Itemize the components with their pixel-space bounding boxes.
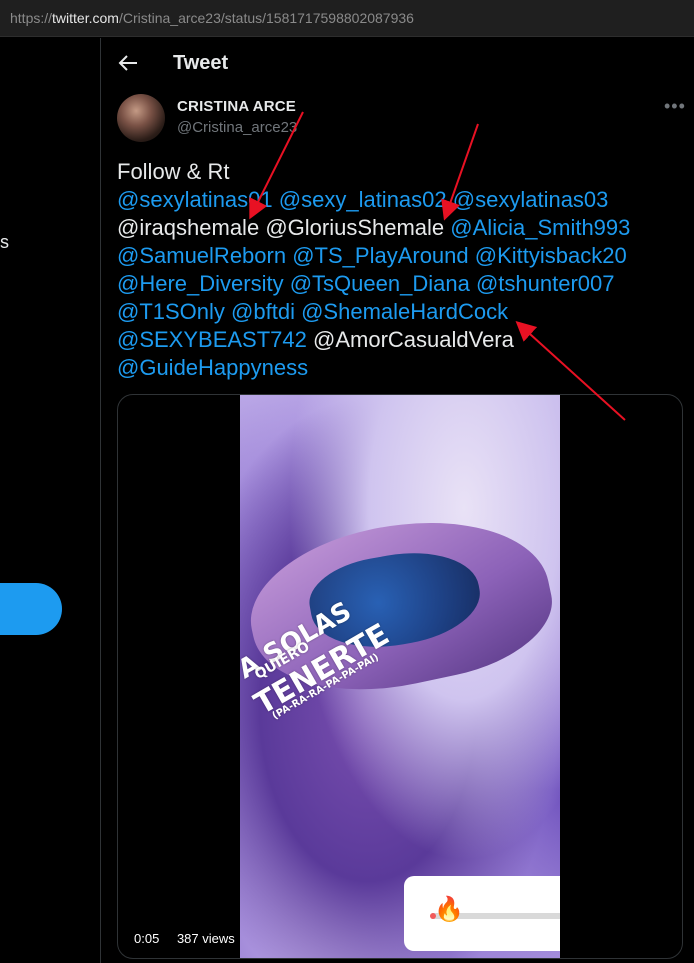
column-divider (100, 38, 101, 963)
url-host: twitter.com (52, 10, 119, 26)
left-sidebar (0, 38, 100, 963)
avatar[interactable] (117, 94, 165, 142)
video-frame[interactable]: A SOLAS QUIERO TENERTE (PA-RA-RA-PA-PA-P… (240, 395, 560, 958)
url-prefix: https:// (10, 10, 53, 26)
mention-link[interactable]: @sexylatinas03 (453, 187, 609, 212)
tweet-line: Follow & Rt (117, 158, 687, 186)
video-sticker-progress: 🔥 (404, 876, 560, 951)
tweet-line: @iraqshemale @GloriusShemale @Alicia_Smi… (117, 214, 687, 242)
mention-link[interactable]: @sexylatinas01 (117, 187, 273, 212)
tweet-line: @SEXYBEAST742 @AmorCasualdVera (117, 326, 687, 354)
mention-link[interactable]: @TS_PlayAround (292, 243, 468, 268)
tweet-header: Tweet (101, 38, 694, 90)
video-player[interactable]: A SOLAS QUIERO TENERTE (PA-RA-RA-PA-PA-P… (117, 394, 683, 959)
tweet-line: @SamuelReborn @TS_PlayAround @Kittyisbac… (117, 242, 687, 270)
tweet-line: @sexylatinas01 @sexy_latinas02 @sexylati… (117, 186, 687, 214)
mention-link[interactable]: @GloriusShemale (265, 215, 444, 240)
tweet-line: @Here_Diversity @TsQueen_Diana @tshunter… (117, 270, 687, 298)
tweet-line: @T1SOnly @bftdi @ShemaleHardCock (117, 298, 687, 326)
url-path: /Cristina_arce23/status/1581717598802087… (118, 10, 414, 26)
fire-icon: 🔥 (434, 896, 464, 923)
mention-link[interactable]: @Alicia_Smith993 (450, 215, 630, 240)
author-handle[interactable]: @Cristina_arce23 (177, 119, 297, 136)
author-name[interactable]: CRISTINA ARCE (177, 98, 296, 115)
video-meta: 0:05 387 views (134, 931, 249, 946)
mention-link[interactable]: @SamuelReborn (117, 243, 286, 268)
tweet-compose-button[interactable] (0, 583, 62, 635)
mention-link[interactable]: @iraqshemale (117, 215, 259, 240)
video-views: 387 views (176, 931, 235, 946)
mention-link[interactable]: @sexy_latinas02 (279, 187, 447, 212)
tweet-line: @GuideHappyness (117, 354, 687, 382)
mention-link[interactable]: @Kittyisback20 (475, 243, 627, 268)
mention-link[interactable]: @T1SOnly (117, 299, 225, 324)
page-title: Tweet (173, 52, 229, 74)
mention-link[interactable]: @tshunter007 (476, 271, 615, 296)
mention-link[interactable]: @TsQueen_Diana (290, 271, 470, 296)
tweet-text-segment: Follow & Rt (117, 159, 230, 184)
mention-link[interactable]: @ShemaleHardCock (301, 299, 508, 324)
back-arrow-icon[interactable] (117, 52, 139, 74)
more-options-icon[interactable]: ••• (664, 96, 686, 117)
tweet-text: Follow & Rt @sexylatinas01 @sexy_latinas0… (117, 158, 687, 382)
mention-link[interactable]: @SEXYBEAST742 (117, 327, 307, 352)
mention-link[interactable]: @GuideHappyness (117, 355, 308, 380)
address-bar[interactable]: https://twitter.com/Cristina_arce23/stat… (0, 0, 694, 37)
video-timestamp: 0:05 (134, 931, 160, 946)
mention-link[interactable]: @bftdi (231, 299, 295, 324)
mention-link[interactable]: @Here_Diversity (117, 271, 284, 296)
mention-link[interactable]: @AmorCasualdVera (313, 327, 514, 352)
sidebar-partial-label[interactable]: s (0, 232, 9, 253)
